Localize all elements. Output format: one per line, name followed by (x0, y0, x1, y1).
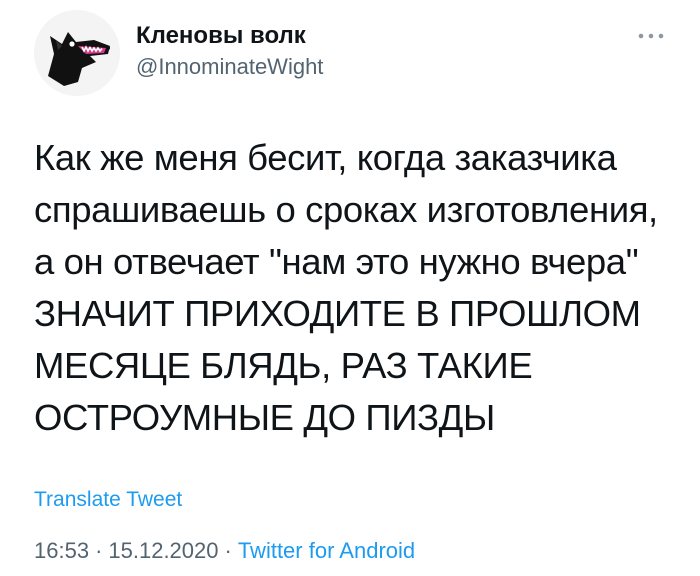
tweet-text-line: а он отвечает "нам это нужно вчера" (34, 241, 639, 282)
meta-separator: · (224, 538, 232, 563)
tweet-source-link[interactable]: Twitter for Android (238, 538, 415, 563)
tweet: Кленовы волк @InnominateWight Как же мен… (0, 0, 700, 576)
tweet-date[interactable]: 15.12.2020 (108, 538, 218, 563)
tweet-time[interactable]: 16:53 (34, 538, 89, 563)
tweet-meta: 16:53 · 15.12.2020 · Twitter for Android (34, 538, 415, 564)
tweet-text: Как же меня бесит, когда заказчика спраш… (34, 132, 684, 444)
tweet-text-line: ЗНАЧИТ ПРИХОДИТЕ В ПРОШЛОМ (34, 293, 641, 334)
meta-separator: · (95, 538, 103, 563)
more-dots-icon[interactable] (636, 26, 666, 46)
tweet-text-line: ОСТРОУМНЫЕ ДО ПИЗДЫ (34, 397, 495, 438)
avatar[interactable] (34, 10, 120, 96)
author-display-name[interactable]: Кленовы волк (136, 22, 306, 50)
author-handle[interactable]: @InnominateWight (136, 54, 323, 80)
wolf-head-icon (34, 10, 120, 96)
tweet-text-line: спрашиваешь о сроках изготовления, (34, 189, 658, 230)
translate-tweet-link[interactable]: Translate Tweet (34, 488, 182, 512)
tweet-text-line: Как же меня бесит, когда заказчика (34, 137, 617, 178)
tweet-text-line: МЕСЯЦЕ БЛЯДЬ, РАЗ ТАКИЕ (34, 345, 533, 386)
